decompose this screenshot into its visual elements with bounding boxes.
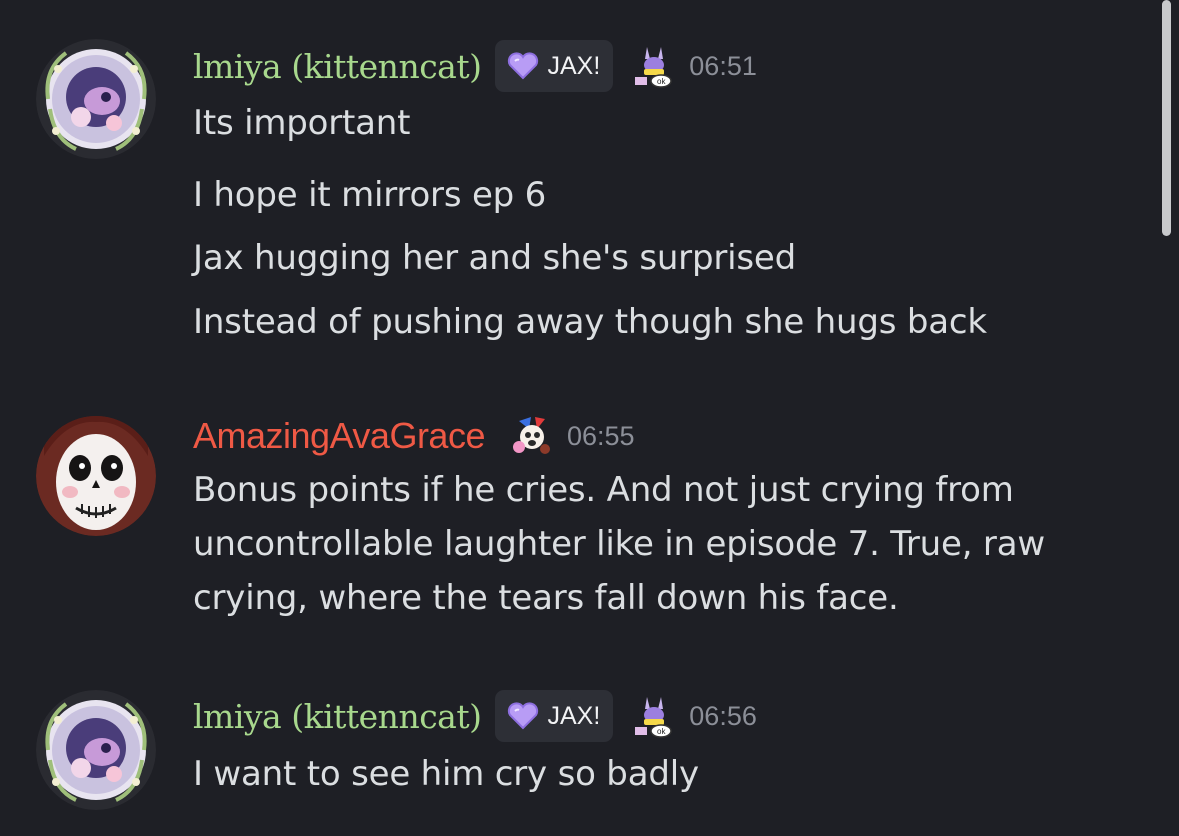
message-header: lmiya (kittenncat) JAX! ok 06:51	[193, 38, 757, 94]
avatar-skull-face-image	[36, 416, 156, 536]
message-text: Instead of pushing away though she hugs …	[193, 302, 987, 342]
username[interactable]: AmazingAvaGrace	[193, 415, 485, 457]
message-text: I want to see him cry so badly	[193, 754, 699, 794]
username[interactable]: lmiya (kittenncat)	[193, 697, 482, 736]
message-text: Bonus points if he cries. And not just c…	[193, 470, 1014, 510]
guild-tag-label: JAX!	[547, 51, 601, 80]
message-text: I hope it mirrors ep 6	[193, 175, 547, 215]
jax-bunny-emoji-icon: ok	[635, 47, 673, 88]
message-timestamp[interactable]: 06:51	[689, 51, 757, 82]
guild-tag[interactable]: JAX!	[495, 40, 614, 92]
avatar[interactable]	[36, 39, 156, 159]
avatar-wreath-image	[36, 39, 156, 159]
pomni-jester-emoji-icon	[512, 417, 550, 454]
message-text: Its important	[193, 103, 411, 143]
scrollbar-thumb[interactable]	[1162, 0, 1171, 236]
message-timestamp[interactable]: 06:55	[567, 421, 635, 452]
guild-tag-label: JAX!	[547, 701, 601, 730]
avatar[interactable]	[36, 690, 156, 810]
purple-heart-icon	[508, 52, 539, 80]
jax-bunny-emoji-icon: ok	[635, 697, 673, 738]
message-text: crying, where the tears fall down his fa…	[193, 578, 899, 618]
message-header: lmiya (kittenncat) JAX! ok 06:56	[193, 688, 757, 744]
username[interactable]: lmiya (kittenncat)	[193, 47, 482, 86]
purple-heart-icon	[508, 702, 539, 730]
message-timestamp[interactable]: 06:56	[689, 701, 757, 732]
guild-tag[interactable]: JAX!	[495, 690, 614, 742]
chat-message-list: lmiya (kittenncat) JAX! ok 06:51 Its imp…	[0, 0, 1179, 836]
message-text: uncontrollable laughter like in episode …	[193, 524, 1045, 564]
message-text: Jax hugging her and she's surprised	[193, 238, 796, 278]
avatar-wreath-image	[36, 690, 156, 810]
svg-text:ok: ok	[657, 77, 666, 86]
svg-text:ok: ok	[657, 727, 666, 736]
avatar[interactable]	[36, 416, 156, 536]
message-header: AmazingAvaGrace 06:55	[193, 408, 635, 464]
